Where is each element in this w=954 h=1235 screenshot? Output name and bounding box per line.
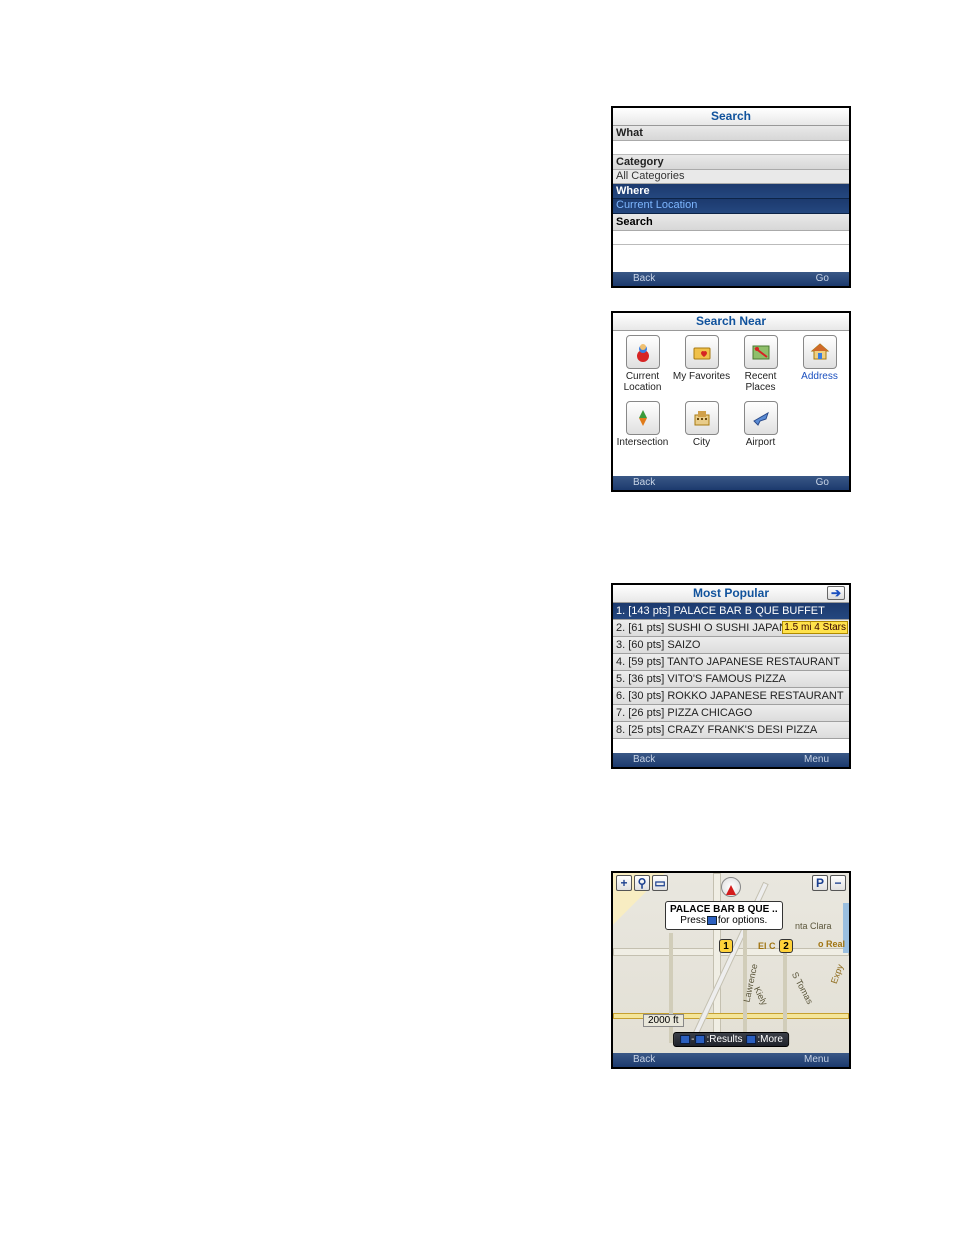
parking-badge[interactable]: P — [812, 875, 828, 891]
most-popular-screen: Most Popular ➔ 1. [143 pts] PALACE BAR B… — [611, 583, 851, 769]
header-title: Search Near — [613, 313, 849, 331]
house-icon — [803, 335, 837, 369]
where-label: Where — [613, 184, 849, 199]
option-current-location[interactable]: Current Location — [613, 331, 672, 397]
option-label: Airport — [731, 437, 790, 448]
callout-title: PALACE BAR B QUE .. — [670, 904, 778, 915]
map-screen: nta Clara El C o Real Lawrence Kiely S T… — [611, 871, 851, 1069]
next-arrow-icon[interactable]: ➔ — [827, 586, 845, 600]
category-value[interactable]: All Categories — [613, 170, 849, 184]
zoom-in-button[interactable]: + — [616, 875, 632, 891]
road — [783, 943, 787, 1043]
road-label: Expy — [829, 963, 845, 985]
softkey-back[interactable]: Back — [633, 754, 655, 765]
key-icon — [746, 1035, 756, 1044]
softkey-bar: Back Go — [613, 476, 849, 490]
category-label: Category — [613, 155, 849, 170]
softkey-bar: Back Menu — [613, 753, 849, 767]
option-intersection[interactable]: Intersection — [613, 397, 672, 452]
option-label: Intersection — [613, 437, 672, 448]
option-label: My Favorites — [672, 371, 731, 382]
search-near-screen: Search Near Current Location My Favorite… — [611, 311, 851, 492]
result-item[interactable]: 5. [36 pts] VITO'S FAMOUS PIZZA — [613, 671, 849, 688]
callout-hint: Press for options. — [670, 915, 778, 926]
result-text: 2. [61 pts] SUSHI O SUSHI JAPAN — [616, 622, 787, 634]
search-button[interactable]: Search — [613, 214, 849, 231]
road-label: S Tomas — [790, 970, 815, 1005]
city-icon — [685, 401, 719, 435]
softkey-go[interactable]: Go — [816, 273, 829, 284]
compass-icon — [721, 877, 741, 897]
zoom-out-button[interactable]: − — [830, 875, 846, 891]
folder-heart-icon — [685, 335, 719, 369]
result-item[interactable]: 1. [143 pts] PALACE BAR B QUE BUFFET — [613, 603, 849, 620]
what-label: What — [613, 126, 849, 141]
softkey-bar: Back Go — [613, 272, 849, 286]
map-recent-icon — [744, 335, 778, 369]
option-airport[interactable]: Airport — [731, 397, 790, 452]
option-label: Current Location — [613, 371, 672, 393]
softkey-go[interactable]: Go — [816, 477, 829, 488]
poi-callout[interactable]: PALACE BAR B QUE .. Press for options. — [665, 901, 783, 930]
option-my-favorites[interactable]: My Favorites — [672, 331, 731, 397]
option-address[interactable]: Address — [790, 331, 849, 397]
intersection-icon — [626, 401, 660, 435]
option-recent-places[interactable]: Recent Places — [731, 331, 790, 397]
softkey-back[interactable]: Back — [633, 477, 655, 488]
header-title: Search — [613, 108, 849, 126]
header-text: Most Popular — [693, 586, 769, 600]
key-icon — [680, 1035, 690, 1044]
where-value[interactable]: Current Location — [613, 199, 849, 214]
map-pin[interactable]: 1 — [719, 939, 733, 953]
option-label: Recent Places — [731, 371, 790, 393]
softkey-bar: Back Menu — [613, 1053, 849, 1067]
hint-more: :More — [757, 1034, 783, 1045]
result-item[interactable]: 7. [26 pts] PIZZA CHICAGO — [613, 705, 849, 722]
person-pin-icon — [626, 335, 660, 369]
result-item[interactable]: 3. [60 pts] SAIZO — [613, 637, 849, 654]
road-label: nta Clara — [795, 921, 832, 931]
search-screen: Search What Category All Categories Wher… — [611, 106, 851, 288]
result-item[interactable]: 8. [25 pts] CRAZY FRANK'S DESI PIZZA — [613, 722, 849, 739]
what-input[interactable] — [613, 141, 849, 155]
option-label: City — [672, 437, 731, 448]
option-city[interactable]: City — [672, 397, 731, 452]
distance-rating-badge: 1.5 mi 4 Stars — [782, 621, 848, 634]
callout-post: for options. — [718, 915, 767, 926]
hint-results: :Results — [706, 1034, 742, 1045]
option-grid: Current Location My Favorites Recent Pla… — [613, 331, 849, 452]
softkey-menu[interactable]: Menu — [804, 754, 829, 765]
softkey-back[interactable]: Back — [633, 273, 655, 284]
softkey-back[interactable]: Back — [633, 1054, 655, 1065]
result-item[interactable]: 2. [61 pts] SUSHI O SUSHI JAPAN 1.5 mi 4… — [613, 620, 849, 637]
result-item[interactable]: 6. [30 pts] ROKKO JAPANESE RESTAURANT — [613, 688, 849, 705]
map-tool-button[interactable]: ⚲ — [634, 875, 650, 891]
road-label: o Real — [818, 939, 845, 949]
airplane-icon — [744, 401, 778, 435]
map-pin[interactable]: 2 — [779, 939, 793, 953]
scale-bar: 2000 ft — [643, 1014, 684, 1027]
road — [713, 873, 721, 1047]
callout-pre: Press — [680, 915, 706, 926]
map-legend-hint: -:Results :More — [673, 1032, 789, 1047]
map-tool-button[interactable]: ▭ — [652, 875, 668, 891]
softkey-menu[interactable]: Menu — [804, 1054, 829, 1065]
option-label: Address — [790, 371, 849, 382]
header-title: Most Popular ➔ — [613, 585, 849, 603]
key-icon — [707, 916, 717, 925]
road-label: El C — [758, 941, 776, 951]
blank-row — [613, 231, 849, 245]
result-item[interactable]: 4. [59 pts] TANTO JAPANESE RESTAURANT — [613, 654, 849, 671]
road-label: Kiely — [752, 985, 770, 1007]
key-icon — [695, 1035, 705, 1044]
